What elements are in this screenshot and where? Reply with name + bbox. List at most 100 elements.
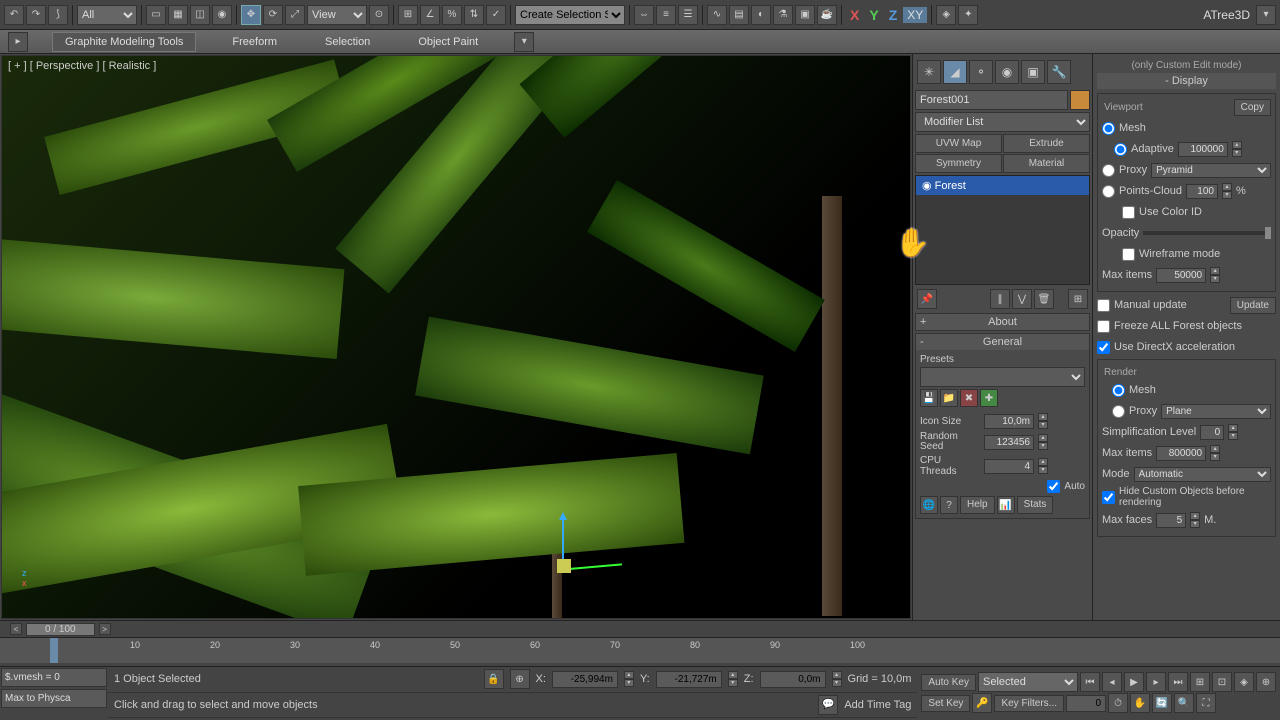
points-field[interactable] (1186, 184, 1218, 199)
remove-mod-icon[interactable]: 🗑 (1034, 289, 1054, 309)
ribbon-menu-icon[interactable]: ▾ (514, 32, 534, 52)
quick-mod-material[interactable]: Material (1003, 154, 1090, 173)
axis-z-button[interactable]: Z (885, 7, 902, 23)
angle-snap-icon[interactable]: ∠ (420, 5, 440, 25)
points-cloud-radio[interactable] (1102, 185, 1115, 198)
cpu-threads-field[interactable] (984, 459, 1034, 474)
isolate-icon[interactable]: ◈ (936, 5, 956, 25)
modifier-stack[interactable]: ◉ Forest (915, 175, 1090, 285)
render-frame-icon[interactable]: ▣ (795, 5, 815, 25)
auto-key-button[interactable]: Auto Key (921, 674, 976, 691)
layers-icon[interactable]: ☰ (678, 5, 698, 25)
display-panel-icon[interactable]: ▣ (1021, 60, 1045, 84)
max-items-render-field[interactable] (1156, 446, 1206, 461)
simp-level-field[interactable] (1200, 425, 1224, 440)
icon-size-field[interactable] (984, 414, 1034, 429)
next-frame-icon[interactable]: ▸ (1146, 672, 1166, 692)
percent-snap-icon[interactable]: % (442, 5, 462, 25)
random-seed-field[interactable] (984, 435, 1034, 450)
display-title[interactable]: - Display (1097, 73, 1276, 89)
maxscript-line-2[interactable] (1, 689, 107, 708)
key-filter-select[interactable]: Selected (978, 672, 1078, 692)
xview-icon[interactable]: ✦ (958, 5, 978, 25)
prev-frame-icon[interactable]: ◂ (1102, 672, 1122, 692)
x-coord-field[interactable] (552, 671, 618, 688)
max-items-render-spinner[interactable]: ▴▾ (1210, 445, 1220, 461)
rollout-general-header[interactable]: -General (916, 334, 1089, 350)
make-unique-icon[interactable]: ⋁ (1012, 289, 1032, 309)
adaptive-radio[interactable] (1114, 143, 1127, 156)
key-icon[interactable]: 🔑 (972, 693, 992, 713)
snap-toggle-icon[interactable]: ⊞ (398, 5, 418, 25)
quick-mod-extrude[interactable]: Extrude (1003, 134, 1090, 153)
freeze-checkbox[interactable] (1097, 320, 1110, 333)
render-mesh-radio[interactable] (1112, 384, 1125, 397)
directx-checkbox[interactable] (1097, 341, 1110, 354)
max-viewport-icon[interactable]: ⛶ (1196, 693, 1216, 713)
stats-icon[interactable]: 📊 (997, 496, 1015, 514)
adaptive-field[interactable] (1178, 142, 1228, 157)
add-time-tag[interactable]: Add Time Tag (844, 699, 911, 711)
abc-icon[interactable]: ✓ (486, 5, 506, 25)
time-next-icon[interactable]: > (99, 623, 111, 635)
show-end-result-icon[interactable]: ∥ (990, 289, 1010, 309)
tab-object-paint[interactable]: Object Paint (406, 33, 490, 51)
abs-rel-icon[interactable]: ⊕ (510, 669, 530, 689)
use-color-id-checkbox[interactable] (1122, 206, 1135, 219)
modifier-list-dropdown[interactable]: Modifier List (915, 112, 1090, 132)
key-filters-button[interactable]: Key Filters... (994, 695, 1064, 712)
random-seed-spinner[interactable]: ▴▾ (1038, 434, 1048, 450)
render-proxy-select[interactable]: Plane (1161, 404, 1271, 419)
modifier-forest[interactable]: ◉ Forest (916, 176, 1089, 195)
nav-3-icon[interactable]: ◈ (1234, 672, 1254, 692)
redo-icon[interactable]: ↷ (26, 5, 46, 25)
select-name-icon[interactable]: ▦ (168, 5, 188, 25)
nav-4-icon[interactable]: ⊕ (1256, 672, 1276, 692)
render-icon[interactable]: ☕ (817, 5, 837, 25)
time-config-icon[interactable]: ⏱ (1108, 693, 1128, 713)
adaptive-spinner[interactable]: ▴▾ (1232, 141, 1242, 157)
named-selection-set[interactable]: Create Selection Se (515, 5, 625, 25)
presets-dropdown[interactable] (920, 367, 1085, 387)
paint-select-icon[interactable]: ◉ (212, 5, 232, 25)
object-color-swatch[interactable] (1070, 90, 1090, 110)
hierarchy-panel-icon[interactable]: ⚬ (969, 60, 993, 84)
spinner-snap-icon[interactable]: ⇅ (464, 5, 484, 25)
orbit-icon[interactable]: 🔄 (1152, 693, 1172, 713)
y-coord-field[interactable] (656, 671, 722, 688)
playhead[interactable] (50, 638, 58, 663)
viewport-perspective[interactable]: [ + ] [ Perspective ] [ Realistic ] zx ✋ (1, 55, 911, 619)
link-icon[interactable]: ⟆ (48, 5, 68, 25)
mirror-icon[interactable]: ⇔ (634, 5, 654, 25)
move-icon[interactable]: ✥ (241, 5, 261, 25)
proxy-radio[interactable] (1102, 164, 1115, 177)
copy-button[interactable]: Copy (1234, 99, 1271, 116)
rect-select-icon[interactable]: ◫ (190, 5, 210, 25)
cpu-threads-spinner[interactable]: ▴▾ (1038, 458, 1048, 474)
manual-update-checkbox[interactable] (1097, 299, 1110, 312)
hide-custom-checkbox[interactable] (1102, 491, 1115, 504)
max-faces-field[interactable] (1156, 513, 1186, 528)
axis-y-button[interactable]: Y (865, 7, 882, 23)
scale-icon[interactable]: ⤢ (285, 5, 305, 25)
material-editor-icon[interactable]: ◐ (751, 5, 771, 25)
undo-icon[interactable]: ↶ (4, 5, 24, 25)
preset-delete-icon[interactable]: ✖ (960, 389, 978, 407)
maxscript-line-1[interactable] (1, 668, 107, 687)
auto-checkbox[interactable] (1047, 480, 1060, 493)
wireframe-checkbox[interactable] (1122, 248, 1135, 261)
motion-panel-icon[interactable]: ◉ (995, 60, 1019, 84)
configure-sets-icon[interactable]: ⊞ (1068, 289, 1088, 309)
render-proxy-radio[interactable] (1112, 405, 1125, 418)
z-coord-field[interactable] (760, 671, 826, 688)
axis-xy-button[interactable]: XY (903, 7, 927, 23)
pan-view-icon[interactable]: ✋ (1130, 693, 1150, 713)
axis-x-button[interactable]: X (846, 7, 863, 23)
ribbon-expand-icon[interactable]: ▸ (8, 32, 28, 52)
rollout-about-header[interactable]: +About (916, 314, 1089, 330)
modify-panel-icon[interactable]: ◢ (943, 60, 967, 84)
ref-coord-system[interactable]: View (307, 5, 367, 25)
quick-mod-uvw[interactable]: UVW Map (915, 134, 1002, 153)
update-button[interactable]: Update (1230, 297, 1276, 314)
set-key-button[interactable]: Set Key (921, 695, 970, 712)
